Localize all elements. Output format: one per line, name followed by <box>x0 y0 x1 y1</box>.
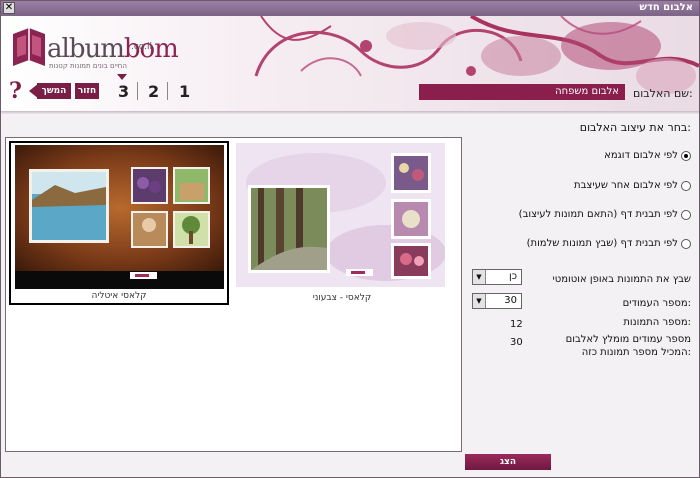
logo-tld: .co.il <box>131 42 153 52</box>
back-button[interactable]: חזור <box>75 83 99 99</box>
auto-place-label: שבץ את התמונות באופן אוטומטי <box>552 274 691 285</box>
logo-word-album: album <box>47 34 125 64</box>
album-book-icon <box>13 28 45 66</box>
help-icon[interactable]: ? <box>9 78 22 104</box>
template-card-italy[interactable]: קלאסי איטליה <box>9 141 229 305</box>
radio-template-fit[interactable] <box>681 209 691 220</box>
auto-place-value: כן <box>508 271 517 282</box>
recommended-value: 30 <box>510 337 523 348</box>
step-divider <box>137 82 138 100</box>
recommended-label-line1: מספר עמודים מומלץ לאלבום <box>565 334 691 345</box>
radio-template-whole[interactable] <box>681 238 691 249</box>
title-bar: ✕ אלבום חדש <box>1 1 699 16</box>
design-option-sample[interactable]: לפי אלבום דוגמא <box>604 150 691 161</box>
photos-label: מספר התמונות: <box>623 317 691 328</box>
window-title: אלבום חדש <box>639 2 693 13</box>
album-window: ✕ אלבום חדש albumbom .co.il החיים בונים … <box>0 0 700 478</box>
design-option-other-album[interactable]: לפי אלבום אחר שעיצבת <box>574 180 691 191</box>
colorful-album-preview-icon <box>236 143 445 287</box>
design-option-label: לפי אלבום דוגמא <box>604 150 678 161</box>
albombom-logo: albumbom .co.il החיים בונים תמונות קטנות <box>9 20 179 76</box>
template-preview-panel: קלאסי איטליה קלאסי - צבעוני <box>5 137 462 452</box>
photos-value: 12 <box>510 319 523 330</box>
design-title: בחר את עיצוב האלבום: <box>579 121 691 134</box>
template-thumbnail-italy <box>15 145 224 289</box>
step-3[interactable]: 3 <box>118 82 129 101</box>
pages-select[interactable]: ▼ 30 <box>472 293 522 309</box>
album-name-label: שם האלבום: <box>633 87 693 100</box>
header-divider <box>1 111 699 114</box>
arrow-left-icon <box>29 83 39 99</box>
design-option-label: לפי אלבום אחר שעיצבת <box>574 180 678 191</box>
auto-place-select[interactable]: ▼ כן <box>472 269 522 285</box>
template-caption: קלאסי איטליה <box>91 291 147 301</box>
recommended-label-line2: המכיל מספר תמונות כזה: <box>581 347 691 358</box>
template-caption: קלאסי - צבעוני <box>312 293 372 303</box>
step-2[interactable]: 2 <box>148 82 159 101</box>
step-divider <box>167 82 168 100</box>
logo-wordmark: albumbom <box>47 34 179 64</box>
design-option-template-fit[interactable]: לפי תבנית דף (התאם תמונות לעיצוב) <box>519 209 691 220</box>
pages-label: מספר העמודים: <box>622 298 691 309</box>
template-thumbnail-colorful <box>236 143 445 287</box>
step-1[interactable]: 1 <box>179 82 190 101</box>
design-option-label: לפי תבנית דף (התאם תמונות לעיצוב) <box>518 209 678 220</box>
chevron-down-icon[interactable]: ▼ <box>473 294 486 308</box>
design-option-label: לפי תבנית דף (שבץ תמונות שלמות) <box>526 238 678 249</box>
show-button[interactable]: הצג <box>465 454 551 470</box>
close-button[interactable]: ✕ <box>3 2 15 14</box>
next-button[interactable]: המשך <box>37 83 71 99</box>
radio-sample[interactable] <box>681 150 691 161</box>
italy-album-preview-icon <box>15 145 224 289</box>
design-option-template-whole[interactable]: לפי תבנית דף (שבץ תמונות שלמות) <box>527 238 691 249</box>
current-step-marker-icon <box>117 74 127 80</box>
template-card-colorful[interactable]: קלאסי - צבעוני <box>232 141 452 305</box>
pages-value: 30 <box>504 295 517 306</box>
album-name-input[interactable]: אלבום משפחה <box>419 84 625 100</box>
chevron-down-icon[interactable]: ▼ <box>473 270 486 284</box>
header-banner: albumbom .co.il החיים בונים תמונות קטנות… <box>1 16 699 111</box>
radio-other-album[interactable] <box>681 180 691 191</box>
logo-slogan: החיים בונים תמונות קטנות <box>49 62 127 70</box>
